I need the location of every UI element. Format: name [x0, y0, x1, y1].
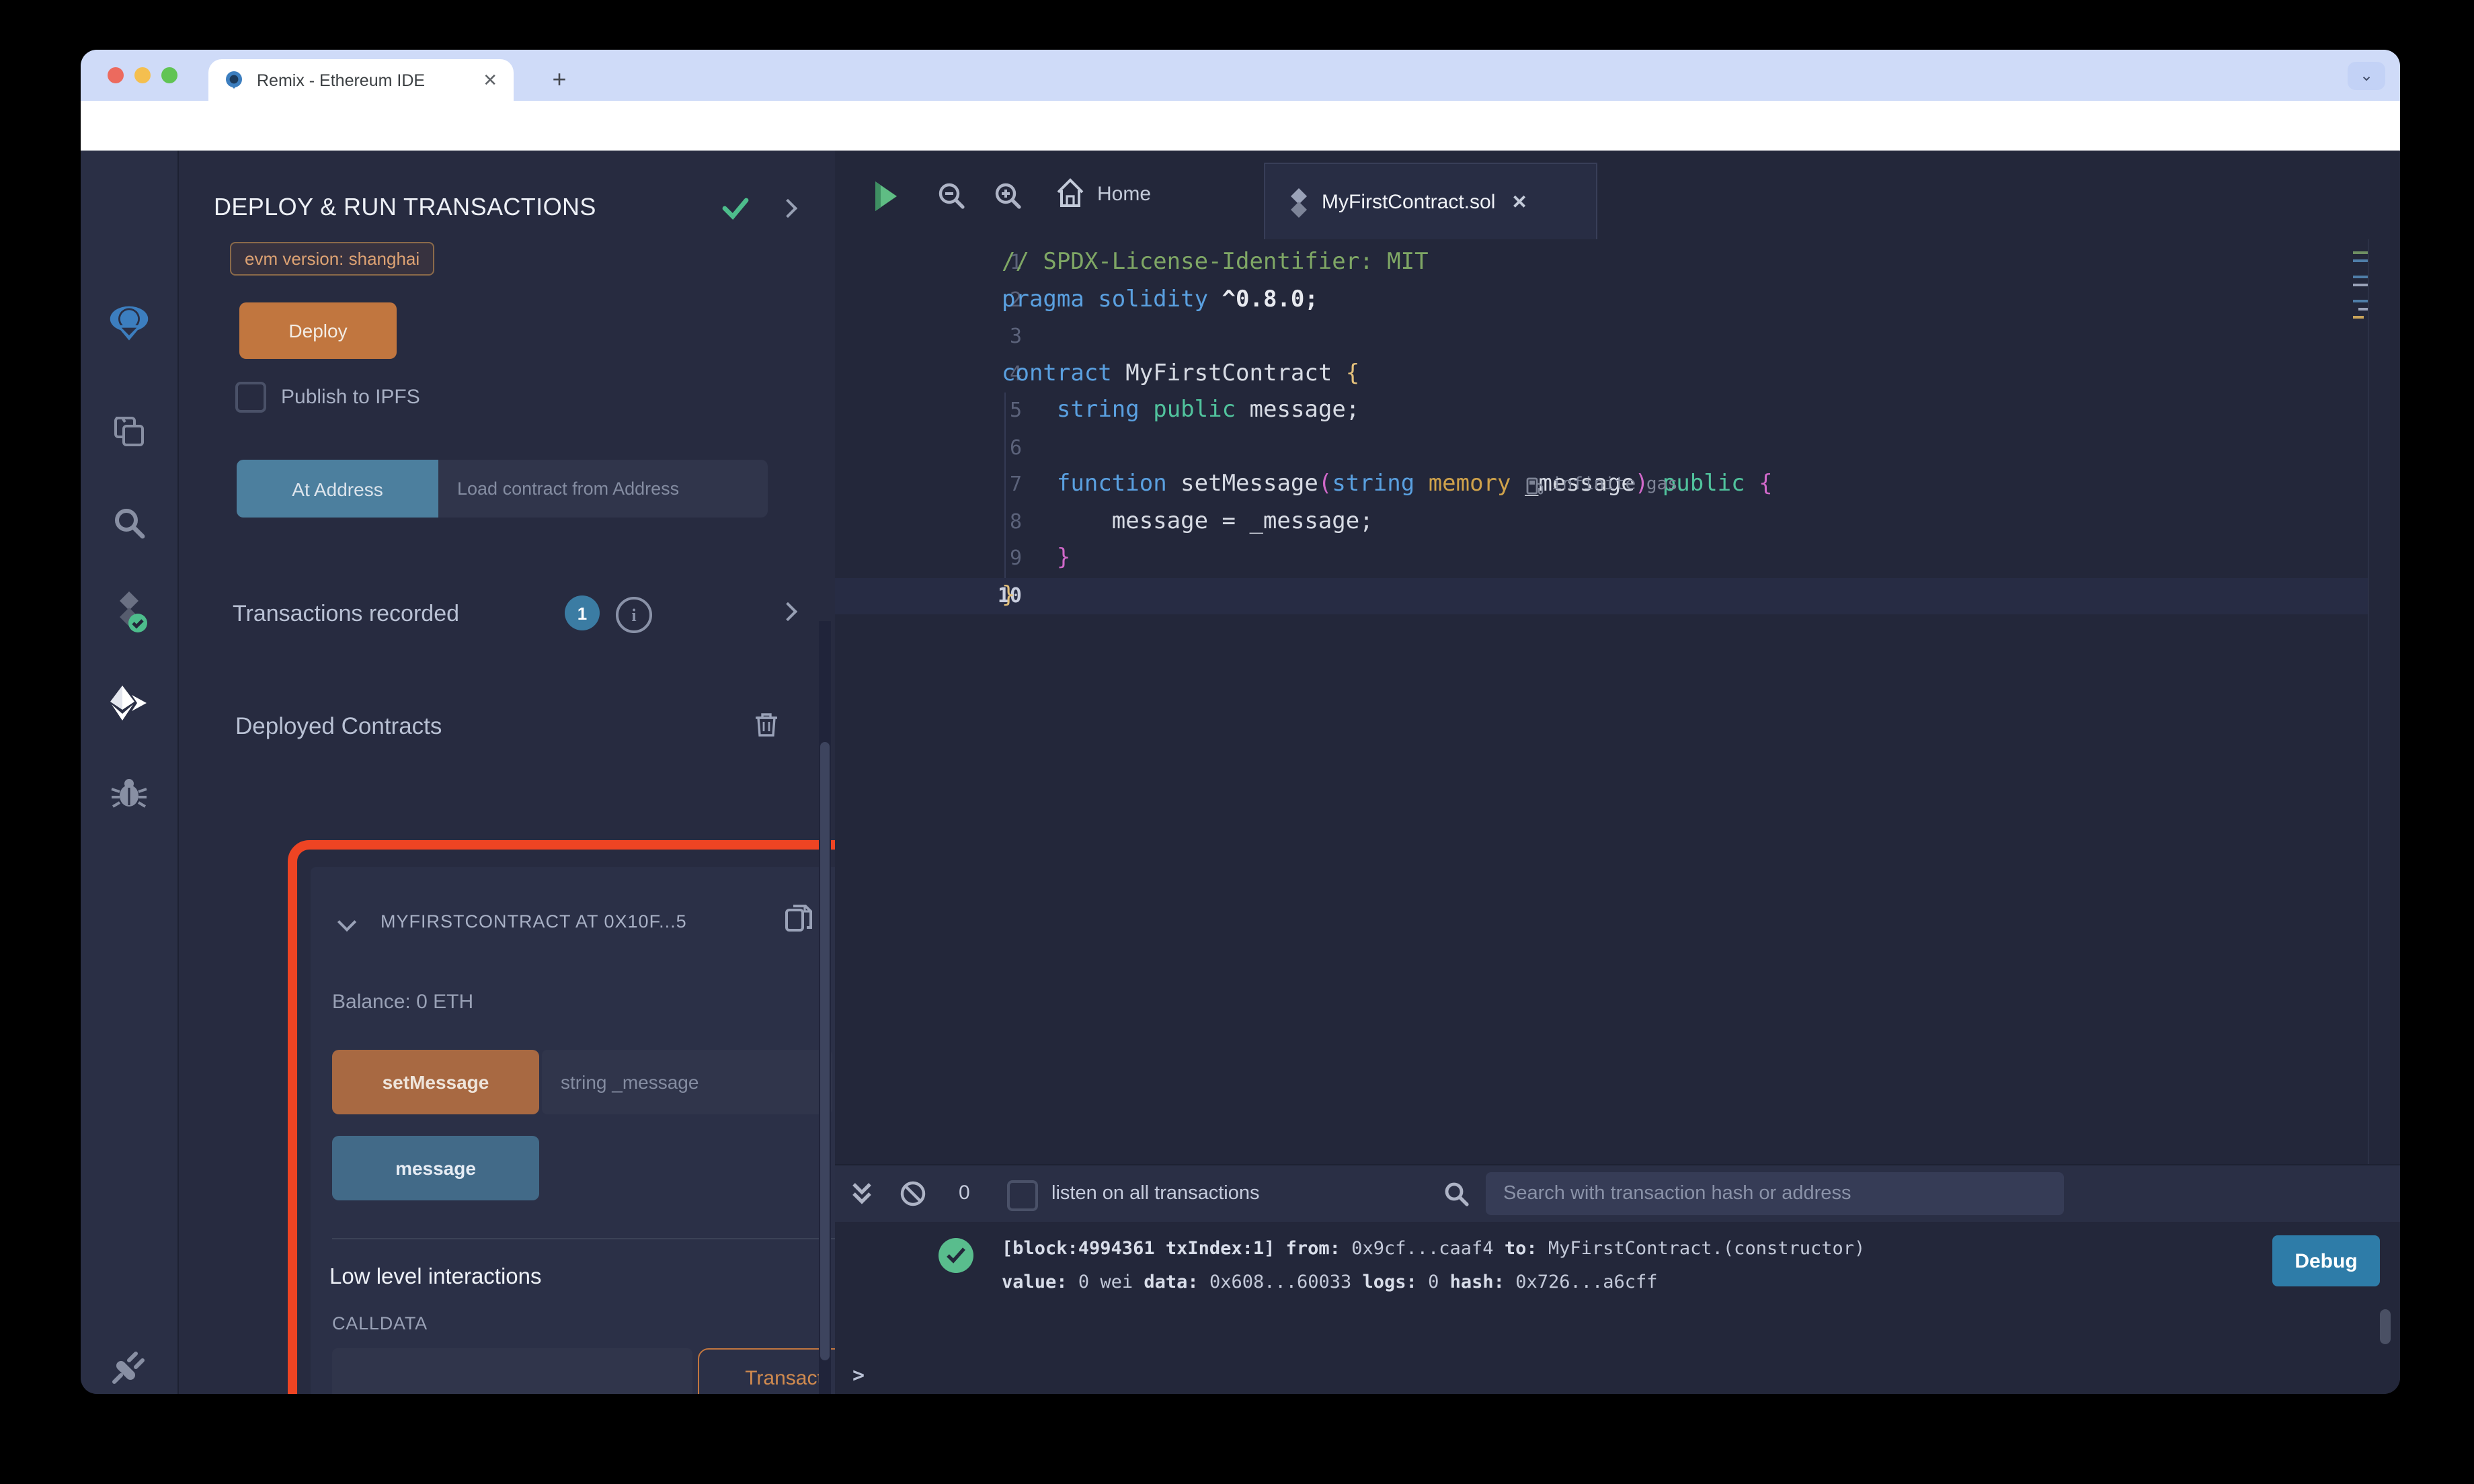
transactions-recorded-label: Transactions recorded [233, 601, 460, 626]
close-window-button[interactable] [108, 67, 124, 83]
solidity-compiler-icon[interactable] [108, 590, 151, 633]
terminal-search-input[interactable]: Search with transaction hash or address [1486, 1172, 2064, 1215]
home-icon [1057, 178, 1084, 207]
tab-file-label: MyFirstContract.sol [1322, 191, 1496, 214]
transactions-expand-chevron-icon[interactable] [778, 602, 798, 622]
deployed-contract-card: MYFIRSTCONTRACT AT 0X10F...5 ✕ Balance: … [311, 867, 881, 1394]
message-button[interactable]: message [332, 1136, 539, 1200]
card-divider [332, 1238, 865, 1239]
code-line: } [1002, 581, 1016, 608]
contract-title: MYFIRSTCONTRACT AT 0X10F...5 [381, 911, 687, 932]
maximize-window-button[interactable] [161, 67, 177, 83]
publish-ipfs-label: Publish to IPFS [281, 386, 420, 409]
minimap-separator [2368, 239, 2369, 1164]
panel-expand-chevron-icon[interactable] [778, 198, 798, 218]
browser-window: Remix - Ethereum IDE ✕ + ⌄ ← → ⟳ remix.e… [81, 50, 2400, 1394]
tab-myfirstcontract[interactable]: MyFirstContract.sol ✕ [1264, 163, 1597, 241]
tab-home-label: Home [1097, 182, 1152, 205]
remix-favicon-icon [223, 69, 245, 91]
tab-home[interactable]: Home [1055, 177, 1151, 210]
browser-toolbar: ← → ⟳ remix.ethereum.org/#lang=en&optimi… [81, 101, 2400, 196]
gas-pump-icon [1526, 477, 1544, 495]
terminal-scrollbar-thumb[interactable] [2380, 1309, 2391, 1344]
listen-all-checkbox[interactable] [1007, 1180, 1038, 1211]
icon-rail: ⚙ [81, 151, 177, 1394]
code-line: contract MyFirstContract { [1002, 360, 1360, 386]
line-number: 3 [1009, 324, 1022, 348]
log-line: value: 0 wei data: 0x608...60033 logs: 0… [1002, 1272, 1658, 1293]
low-level-label: Low level interactions [329, 1265, 542, 1289]
editor-tab-bar: Home MyFirstContract.sol ✕ [835, 151, 2400, 241]
deployed-contracts-label: Deployed Contracts [235, 712, 442, 739]
panel-scrollbar[interactable] [819, 621, 831, 1394]
calldata-label: CALLDATA [332, 1313, 428, 1333]
deploy-button[interactable]: Deploy [239, 302, 397, 359]
clear-console-icon[interactable] [900, 1180, 926, 1207]
debugger-icon[interactable] [108, 772, 151, 815]
current-line-highlight [835, 577, 2369, 614]
zoom-out-icon[interactable] [937, 181, 967, 211]
new-tab-button[interactable]: + [543, 65, 575, 97]
remix-logo-icon[interactable] [108, 302, 151, 345]
terminal: 0 listen on all transactions Search with… [835, 1164, 2400, 1394]
compile-success-check-icon [722, 196, 749, 220]
code-editor[interactable]: 1 2 3 4 5 6 7 8 9 10 // SPDX-License-Identifier: … [835, 239, 2369, 1164]
tx-success-icon [939, 1238, 973, 1273]
calldata-input[interactable] [332, 1348, 692, 1394]
terminal-header: 0 listen on all transactions Search with… [835, 1164, 2400, 1222]
debug-button[interactable]: Debug [2272, 1235, 2380, 1286]
publish-ipfs-checkbox[interactable] [235, 382, 266, 413]
deploy-run-panel: DEPLOY & RUN TRANSACTIONS evm version: s… [177, 151, 893, 1394]
set-message-button[interactable]: setMessage [332, 1050, 539, 1114]
code-line: } [1002, 544, 1071, 571]
zoom-in-icon[interactable] [994, 181, 1023, 211]
transaction-log[interactable]: [block:4994361 txIndex:1] from: 0x9cf...… [1002, 1233, 1876, 1300]
minimize-window-button[interactable] [134, 67, 151, 83]
solidity-file-icon [1289, 188, 1308, 217]
at-address-button[interactable]: At Address [237, 460, 438, 518]
code-line: string public message; [1056, 397, 1360, 423]
close-tab-icon[interactable]: ✕ [483, 69, 497, 91]
panel-scrollbar-thumb[interactable] [820, 742, 830, 1360]
run-script-play-icon[interactable] [873, 180, 900, 212]
search-icon[interactable] [108, 501, 151, 544]
terminal-count: 0 [959, 1182, 970, 1204]
at-address-placeholder: Load contract from Address [457, 479, 680, 499]
code-line: message = _message; [1002, 507, 1373, 534]
set-message-placeholder: string _message [561, 1071, 699, 1093]
code-line: // SPDX-License-Identifier: MIT [1002, 249, 1429, 276]
log-line: [block:4994361 txIndex:1] from: 0x9cf...… [1002, 1238, 1876, 1260]
file-explorer-icon[interactable] [108, 410, 151, 453]
deploy-and-run-icon[interactable] [108, 682, 151, 725]
browser-tab[interactable]: Remix - Ethereum IDE ✕ [208, 59, 514, 101]
transactions-count-badge: 1 [565, 595, 600, 630]
code-line: pragma solidity ^0.8.0; [1002, 286, 1318, 313]
copy-address-icon[interactable] [784, 902, 813, 934]
panel-title: DEPLOY & RUN TRANSACTIONS [214, 194, 596, 220]
close-file-tab-icon[interactable]: ✕ [1511, 191, 1527, 214]
tab-search-button[interactable]: ⌄ [2348, 62, 2385, 90]
collapse-terminal-icon[interactable] [851, 1182, 873, 1206]
transactions-info-icon[interactable]: i [616, 597, 652, 633]
terminal-prompt[interactable]: > [852, 1363, 865, 1387]
minimap[interactable] [2353, 249, 2369, 343]
terminal-search-placeholder: Search with transaction hash or address [1503, 1183, 1851, 1204]
browser-tab-strip: Remix - Ethereum IDE ✕ + ⌄ [81, 50, 2400, 101]
trash-icon[interactable] [754, 711, 779, 738]
contract-balance: Balance: 0 ETH [332, 991, 474, 1014]
evm-version-badge: evm version: shanghai [230, 242, 435, 276]
terminal-search-icon [1443, 1180, 1470, 1207]
gas-estimate-annotation: infinite gas [1526, 466, 1678, 503]
line-number: 6 [1009, 435, 1022, 459]
tab-title: Remix - Ethereum IDE [257, 71, 426, 89]
contract-collapse-chevron-icon[interactable] [337, 912, 357, 932]
plugin-manager-icon[interactable] [108, 1346, 151, 1389]
screen: Remix - Ethereum IDE ✕ + ⌄ ← → ⟳ remix.e… [0, 0, 2474, 1484]
at-address-input[interactable]: Load contract from Address [438, 460, 768, 518]
set-message-input[interactable]: string _message [542, 1050, 832, 1114]
listen-all-label: listen on all transactions [1051, 1183, 1260, 1204]
